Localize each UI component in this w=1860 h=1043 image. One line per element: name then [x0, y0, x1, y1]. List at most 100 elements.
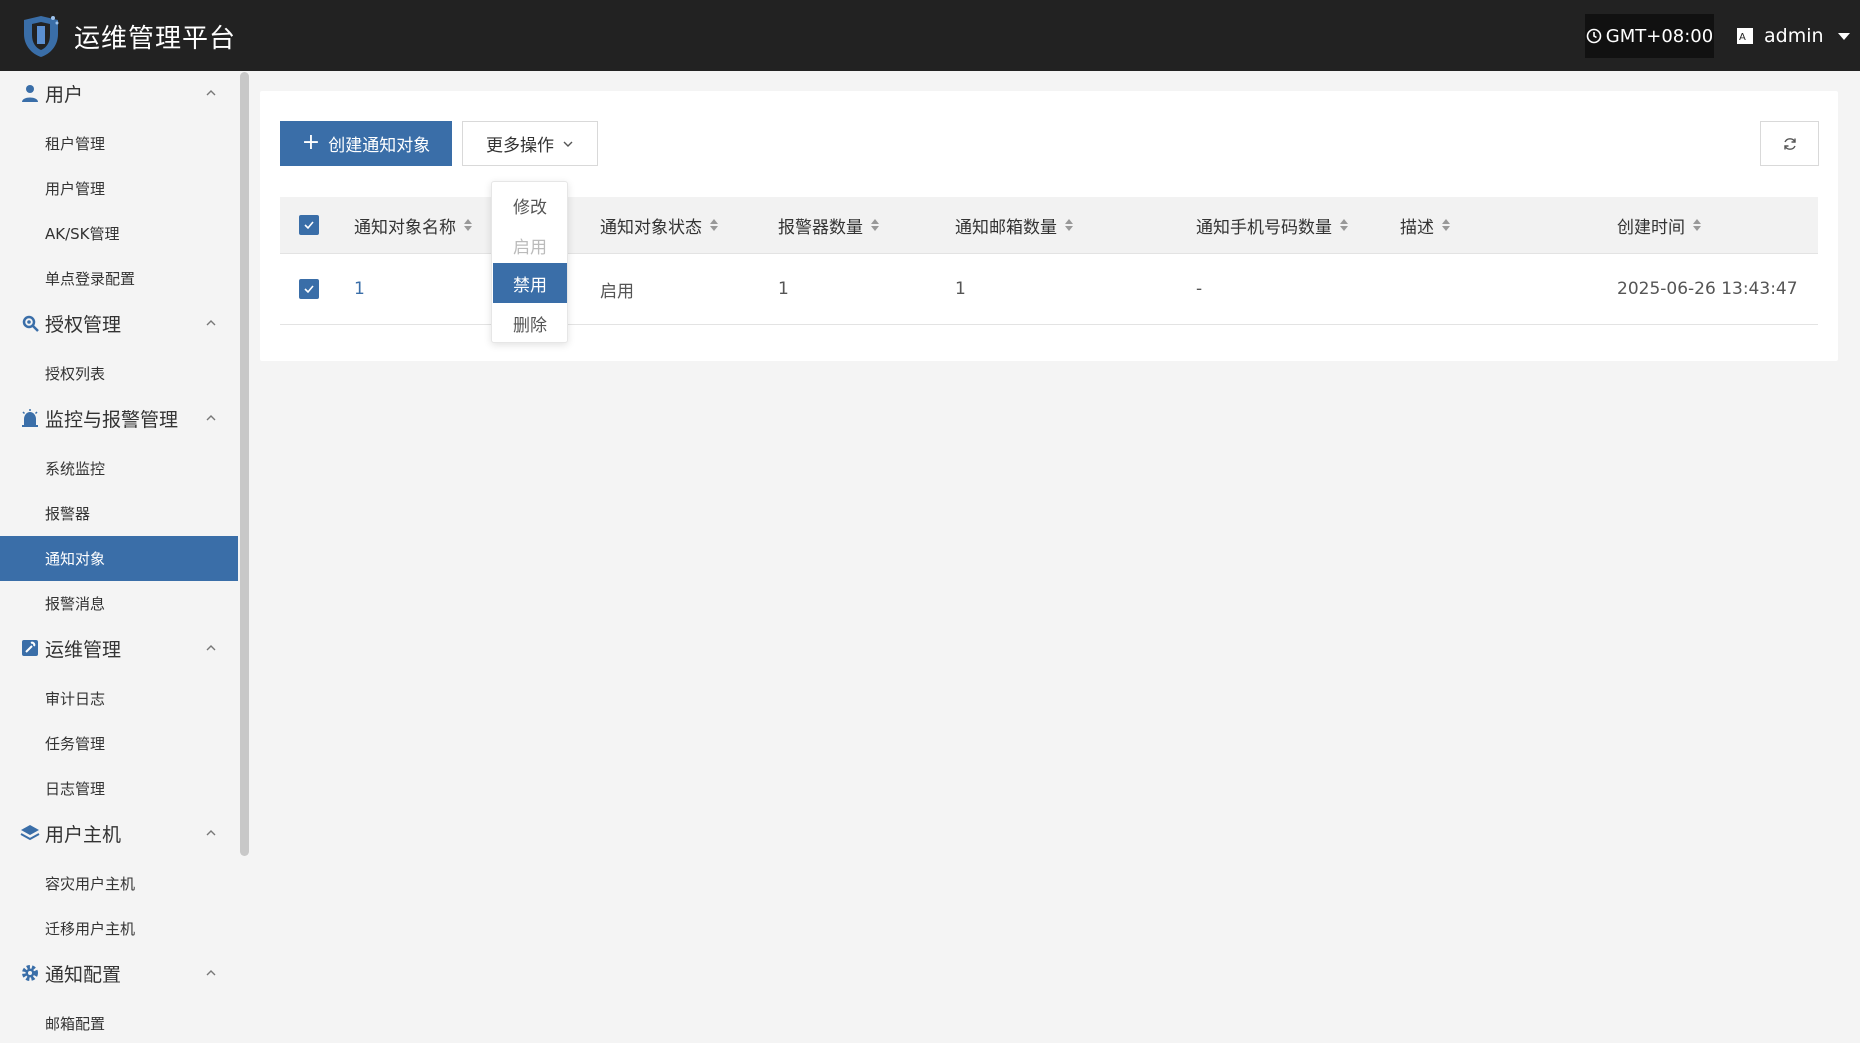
row-status: 启用 [600, 281, 634, 302]
chevron-up-icon [206, 415, 216, 421]
sidebar-group-user-hosts[interactable]: 用户主机 [0, 811, 238, 855]
app-title: 运维管理平台 [74, 24, 237, 54]
sidebar-item-label: 报警器 [45, 505, 91, 523]
sidebar-item-audit-log[interactable]: 审计日志 [0, 676, 238, 721]
clock-icon [1586, 28, 1602, 44]
column-header-label: 通知手机号码数量 [1196, 217, 1332, 238]
select-all-checkbox[interactable] [299, 215, 319, 235]
sidebar-item-authorization-list[interactable]: 授权列表 [0, 351, 238, 396]
key-gear-icon [22, 315, 39, 332]
sidebar-item-label: 用户管理 [45, 180, 106, 198]
shield-logo-icon [24, 16, 59, 57]
sidebar-item-label: 通知对象 [45, 550, 106, 568]
sidebar-item-label: 单点登录配置 [45, 270, 136, 288]
sidebar-group-label: 用户 [45, 83, 84, 106]
sort-icon [1442, 219, 1450, 231]
column-header-created-time[interactable]: 创建时间 [1617, 197, 1701, 253]
chevron-up-icon [206, 830, 216, 836]
sidebar-item-user-management[interactable]: 用户管理 [0, 166, 238, 211]
chevron-down-icon [563, 141, 573, 147]
sidebar-item-aksk-management[interactable]: AK/SK管理 [0, 211, 238, 256]
check-icon [304, 285, 314, 294]
sidebar-item-alarms[interactable]: 报警器 [0, 491, 238, 536]
caret-down-icon [1837, 32, 1850, 40]
sort-icon [464, 219, 472, 231]
more-actions-dropdown: 修改 启用 禁用 删除 [491, 181, 568, 343]
sidebar-item-task-management[interactable]: 任务管理 [0, 721, 238, 766]
column-header-label: 报警器数量 [778, 217, 863, 238]
sidebar-group-user[interactable]: 用户 [0, 71, 238, 115]
sidebar-item-label: 审计日志 [45, 690, 106, 708]
plus-icon: + [301, 129, 321, 155]
sidebar-scrollbar[interactable] [240, 72, 249, 856]
sidebar-item-label: 任务管理 [45, 735, 106, 753]
sidebar: 用户 租户管理 用户管理 AK/SK管理 单点登录配置 授权管理 授权列表 监控… [0, 71, 238, 1043]
timezone-label: GMT+08:00 [1605, 25, 1714, 47]
sidebar-item-sso-config[interactable]: 单点登录配置 [0, 256, 238, 301]
sidebar-item-email-config[interactable]: 邮箱配置 [0, 1001, 238, 1043]
sort-icon [710, 219, 718, 231]
row-created-time: 2025-06-26 13:43:47 [1617, 279, 1798, 299]
more-actions-button[interactable]: 更多操作 [462, 121, 598, 166]
svg-text:A: A [1739, 32, 1746, 43]
user-icon [22, 85, 38, 102]
gear-icon [22, 965, 38, 981]
sidebar-item-label: 租户管理 [45, 135, 106, 153]
sidebar-item-label: 迁移用户主机 [45, 920, 136, 938]
column-header-description[interactable]: 描述 [1400, 197, 1450, 253]
layers-icon [20, 825, 40, 841]
column-header-label: 描述 [1400, 217, 1434, 238]
sidebar-item-alarm-messages[interactable]: 报警消息 [0, 581, 238, 626]
sidebar-group-operations[interactable]: 运维管理 [0, 626, 238, 670]
alarm-icon [22, 409, 38, 427]
menu-item-delete[interactable]: 删除 [493, 303, 567, 343]
sort-icon [1340, 219, 1348, 231]
row-select-cell [299, 254, 319, 324]
top-header: 运维管理平台 GMT+08:00 A admin [0, 0, 1860, 71]
sidebar-item-notification-targets[interactable]: 通知对象 [0, 536, 238, 581]
row-checkbox[interactable] [299, 279, 319, 299]
row-name-link[interactable]: 1 [354, 254, 365, 324]
wrench-icon [22, 640, 38, 656]
sidebar-group-notification-config[interactable]: 通知配置 [0, 951, 238, 995]
column-header-phone-count[interactable]: 通知手机号码数量 [1196, 197, 1348, 253]
refresh-icon [1783, 137, 1796, 150]
sidebar-item-label: 日志管理 [45, 780, 106, 798]
sidebar-item-system-monitoring[interactable]: 系统监控 [0, 446, 238, 491]
chevron-up-icon [206, 645, 216, 651]
sidebar-group-label: 授权管理 [45, 313, 122, 336]
sidebar-item-label: 授权列表 [45, 365, 106, 383]
menu-item-disable[interactable]: 禁用 [493, 263, 567, 303]
sidebar-item-dr-hosts[interactable]: 容灾用户主机 [0, 861, 238, 906]
create-notification-target-button[interactable]: + 创建通知对象 [280, 121, 452, 166]
sidebar-group-monitoring[interactable]: 监控与报警管理 [0, 396, 238, 440]
sort-icon [1065, 219, 1073, 231]
chevron-up-icon [206, 970, 216, 976]
sidebar-item-label: 容灾用户主机 [45, 875, 136, 893]
sidebar-item-label: 报警消息 [45, 595, 106, 613]
username: admin [1764, 25, 1824, 47]
chevron-up-icon [206, 90, 216, 96]
more-actions-label: 更多操作 [486, 136, 554, 156]
column-header-alarm-count[interactable]: 报警器数量 [778, 197, 879, 253]
column-header-status[interactable]: 通知对象状态 [600, 197, 718, 253]
sidebar-item-label: AK/SK管理 [45, 225, 120, 243]
sidebar-item-tenant-management[interactable]: 租户管理 [0, 121, 238, 166]
sidebar-group-label: 用户主机 [45, 823, 122, 846]
row-phone-count: - [1196, 279, 1203, 299]
sidebar-item-log-management[interactable]: 日志管理 [0, 766, 238, 811]
column-header-name[interactable]: 通知对象名称 [354, 197, 472, 253]
timezone-indicator[interactable]: GMT+08:00 [1585, 14, 1714, 58]
sort-icon [1693, 219, 1701, 231]
column-header-label: 通知对象名称 [354, 217, 456, 238]
column-header-label: 创建时间 [1617, 217, 1685, 238]
language-icon: A [1737, 28, 1753, 44]
menu-item-edit[interactable]: 修改 [493, 185, 567, 225]
refresh-button[interactable] [1760, 121, 1819, 166]
sidebar-item-migration-hosts[interactable]: 迁移用户主机 [0, 906, 238, 951]
row-email-count: 1 [955, 279, 966, 299]
user-menu[interactable]: A admin [1736, 22, 1850, 50]
sidebar-group-authorization[interactable]: 授权管理 [0, 301, 238, 345]
column-header-email-count[interactable]: 通知邮箱数量 [955, 197, 1073, 253]
row-alarm-count: 1 [778, 279, 789, 299]
